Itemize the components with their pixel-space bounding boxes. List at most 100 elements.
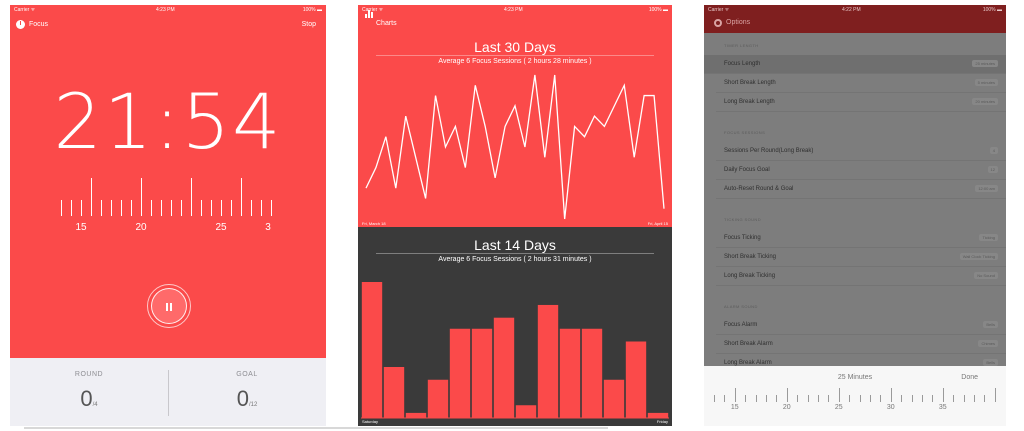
battery-text: 100% ▬ [982,7,1002,13]
ruler-tick [111,200,112,216]
picker-tick [714,395,715,402]
picker-tick [776,395,778,402]
option-row[interactable]: Focus Ticking Ticking [716,229,1006,248]
picker-tick [890,388,892,402]
status-time: 4:23 PM [156,7,175,13]
chart-bar [647,412,669,418]
option-label: Short Break Alarm [724,341,773,347]
ruler-tick [221,200,222,216]
option-row[interactable]: Daily Focus Goal 12 [716,161,1006,180]
line-chart [365,74,665,220]
options-screen: Carrier ᯤ 4:22 PM 100% ▬ Options TIMER L… [704,5,1006,426]
option-value: Bells [983,321,998,328]
picker-tick [786,388,788,402]
ruler-tick [261,200,262,216]
chart-bar [361,282,383,418]
chart-bar [559,328,581,418]
chart-bar [449,328,471,418]
pause-bar [166,303,168,311]
option-row[interactable]: Short Break Ticking Wall Clock Ticking [716,248,1006,267]
round-counter: ROUND 0/4 [10,358,168,426]
done-button[interactable]: Done [961,374,978,381]
option-row[interactable]: Auto-Reset Round & Goal 12:00 am [716,180,1006,199]
option-row[interactable]: Sessions Per Round(Long Break) 4 [716,142,1006,161]
section-header: TIMER LENGTH [724,43,759,48]
picker-label: 15 [730,404,739,411]
picker-tick [942,388,944,402]
ruler-label: 20 [135,222,147,233]
picker-tick [755,395,757,402]
option-label: Long Break Ticking [724,273,776,279]
pause-bar [170,303,172,311]
picker-tick [974,395,975,402]
option-row[interactable]: Focus Alarm Bells [716,316,1006,335]
status-bar: Carrier ᯤ 4:23 PM 100% ▬ [10,5,326,15]
timer-display: 21:54 [53,77,283,166]
picker-tick [880,395,882,402]
option-value: Ticking [979,234,998,241]
chart-bar [625,341,647,418]
goal-label: GOAL [236,371,258,378]
time-ruler[interactable]: 15 20 25 3 [58,175,278,245]
ruler-tick [121,200,122,216]
section-header: FOCUS SESSIONS [724,130,766,135]
section-header: TICKING SOUND [724,217,761,222]
chart-bar [537,304,559,418]
ruler-tick [201,200,202,216]
picker-tick [911,395,913,402]
carrier-text: Carrier ᯤ [708,7,730,13]
option-label: Short Break Length [724,80,776,86]
focus-nav-bar: Focus Stop [10,15,326,35]
ruler-tick [161,200,162,216]
last-14-days-panel: Last 14 Days Average 6 Focus Sessions ( … [358,227,672,426]
ruler-label: 15 [75,222,87,233]
option-row[interactable]: Short Break Length 5 minutes [716,74,1006,93]
picker-label: 35 [938,404,947,411]
gear-icon[interactable] [714,19,722,27]
options-nav-title[interactable]: Options [726,19,750,26]
picker-tick [994,388,996,402]
chart-bar [515,405,537,418]
option-label: Auto-Reset Round & Goal [724,186,794,192]
option-label: Focus Ticking [724,235,761,241]
focus-nav-title[interactable]: Focus [29,21,48,28]
option-value: No Sound [974,272,998,279]
option-value: 25 minutes [972,60,998,67]
ruler-label: 25 [215,222,227,233]
ruler-tick [141,178,142,216]
round-total: /4 [92,402,98,408]
option-row[interactable]: Long Break Ticking No Sound [716,267,1006,286]
pause-button[interactable] [147,284,191,328]
ruler-tick [91,178,92,216]
picker-tick [838,388,840,402]
duration-picker[interactable]: 25 Minutes Done 15 20 25 30 35 [704,366,1006,426]
chart-bar [427,379,449,418]
goal-counter: GOAL 0/12 [168,358,326,426]
x-axis-end-label: Friday [656,419,668,424]
ruler-tick [131,200,132,216]
option-label: Focus Alarm [724,322,758,328]
ruler-tick [211,200,212,216]
picker-tick [932,395,934,402]
scrollbar[interactable] [24,427,608,429]
option-row[interactable]: Focus Length 25 minutes [704,55,1006,74]
option-value: 5 minutes [974,79,998,86]
goal-value: 0 [236,386,249,411]
option-value: Bells [983,359,998,366]
x-axis-end-label: Fri, April 15 [647,221,668,226]
picker-tick [828,395,830,402]
focus-screen: Carrier ᯤ 4:23 PM 100% ▬ Focus Stop 21:5… [10,5,326,426]
ruler-tick [61,200,62,216]
chart-bar [581,328,603,418]
carrier-text: Carrier ᯤ [14,7,36,13]
picker-tick [870,395,871,402]
option-row[interactable]: Long Break Length 20 minutes [716,93,1006,112]
clock-icon[interactable] [16,20,25,29]
option-row[interactable]: Short Break Alarm Chimes [716,335,1006,354]
picker-ruler[interactable]: 15 20 25 30 35 [714,386,996,426]
ruler-tick [271,200,272,216]
ruler-tick [191,178,192,216]
picker-tick [724,395,726,402]
stop-button[interactable]: Stop [302,21,316,28]
option-value: Wall Clock Ticking [959,253,998,260]
